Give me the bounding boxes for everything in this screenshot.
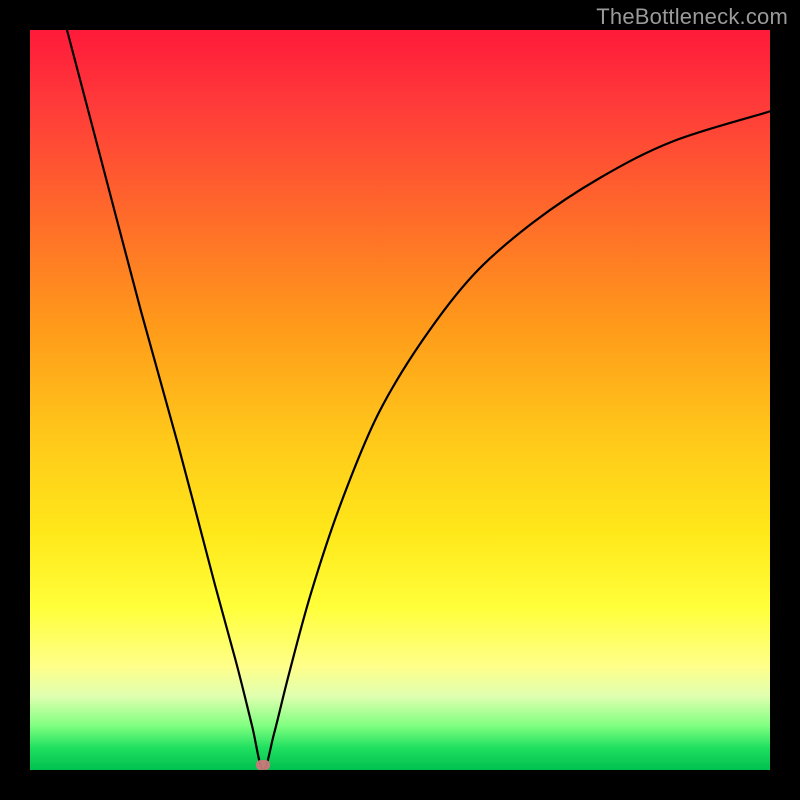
optimal-point-marker xyxy=(256,760,270,770)
curve-path xyxy=(67,30,770,770)
chart-frame: TheBottleneck.com xyxy=(0,0,800,800)
bottleneck-curve xyxy=(30,30,770,770)
plot-area xyxy=(30,30,770,770)
watermark-text: TheBottleneck.com xyxy=(596,4,788,30)
